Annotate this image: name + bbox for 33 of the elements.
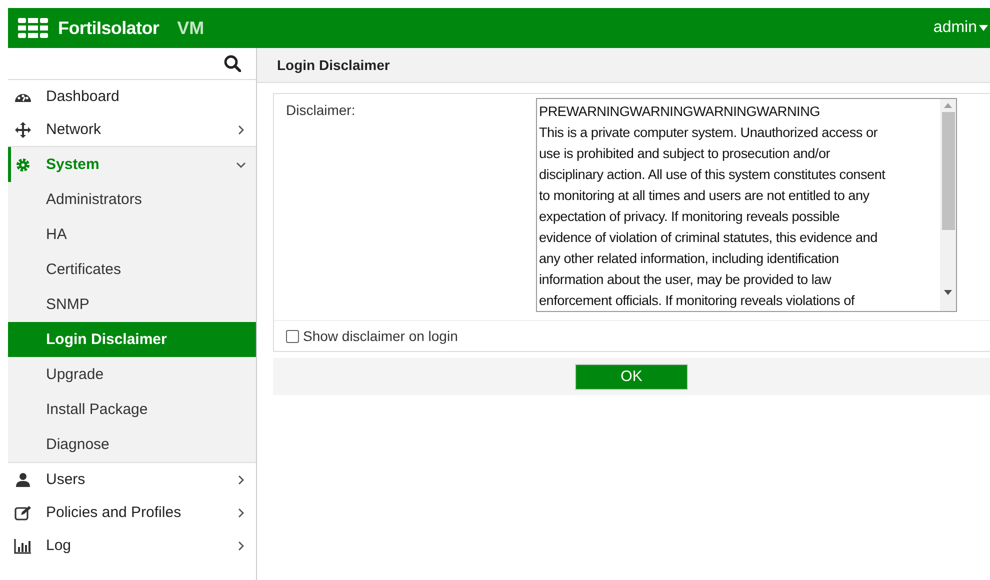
checkbox[interactable]	[286, 330, 299, 342]
sidebar-subitem[interactable]: HA	[8, 217, 256, 252]
user-icon	[14, 472, 32, 488]
edition-label: VM	[177, 18, 204, 38]
show-disclaimer-checkbox[interactable]: Show disclaimer on login	[286, 328, 458, 344]
gear-icon	[14, 156, 32, 172]
sidebar-subitem[interactable]: Diagnose	[8, 427, 256, 462]
field-label: Disclaimer:	[286, 101, 356, 120]
sidebar-subitem[interactable]: Login Disclaimer	[8, 322, 256, 357]
move-arrows-icon	[14, 122, 32, 138]
sidebar-item[interactable]: Network	[8, 113, 256, 146]
ok-button[interactable]: OK	[575, 364, 688, 390]
caret-icon	[979, 25, 988, 31]
sidebar-item[interactable]: System	[8, 147, 256, 182]
sidebar-subitem[interactable]: SNMP	[8, 287, 256, 322]
page-title: Login Disclaimer	[277, 57, 390, 73]
disclaimer-textarea[interactable]: PREWARNINGWARNINGWARNINGWARNING This is a private computer system. Unauthorized access or use is prohibited and subject to prosecution and/or disciplinary action. All use of this system constitutes consent to monitoring at all times and users are not entitled to any expectation of privacy. If monitoring reveals possible evidence of violation of criminal statutes, this evidence and any other related information, including identification information about the user, may be provided to law enforcement officials. If monitoring reveals violations of	[536, 98, 957, 312]
sidebar-subitem[interactable]: Administrators	[8, 182, 256, 217]
scrollbar[interactable]	[940, 99, 956, 311]
edit-icon	[14, 504, 32, 520]
sidebar-subitem[interactable]: Upgrade	[8, 357, 256, 392]
sidebar-item[interactable]: Dashboard	[8, 80, 256, 113]
sidebar-item[interactable]: Users	[8, 463, 256, 496]
logo-icon	[18, 18, 48, 38]
bar-chart-icon	[14, 538, 32, 554]
sidebar-subitem[interactable]: Certificates	[8, 252, 256, 287]
user-menu[interactable]: admin	[933, 19, 990, 37]
scroll-down-arrow-icon[interactable]	[944, 290, 952, 295]
sidebar-item[interactable]: Policies and Profiles	[8, 496, 256, 529]
sidebar-subitem[interactable]: Install Package	[8, 392, 256, 427]
search-icon[interactable]	[224, 55, 241, 72]
sidebar-item[interactable]: Log	[8, 529, 256, 562]
product-name: FortiIsolator	[58, 18, 160, 38]
